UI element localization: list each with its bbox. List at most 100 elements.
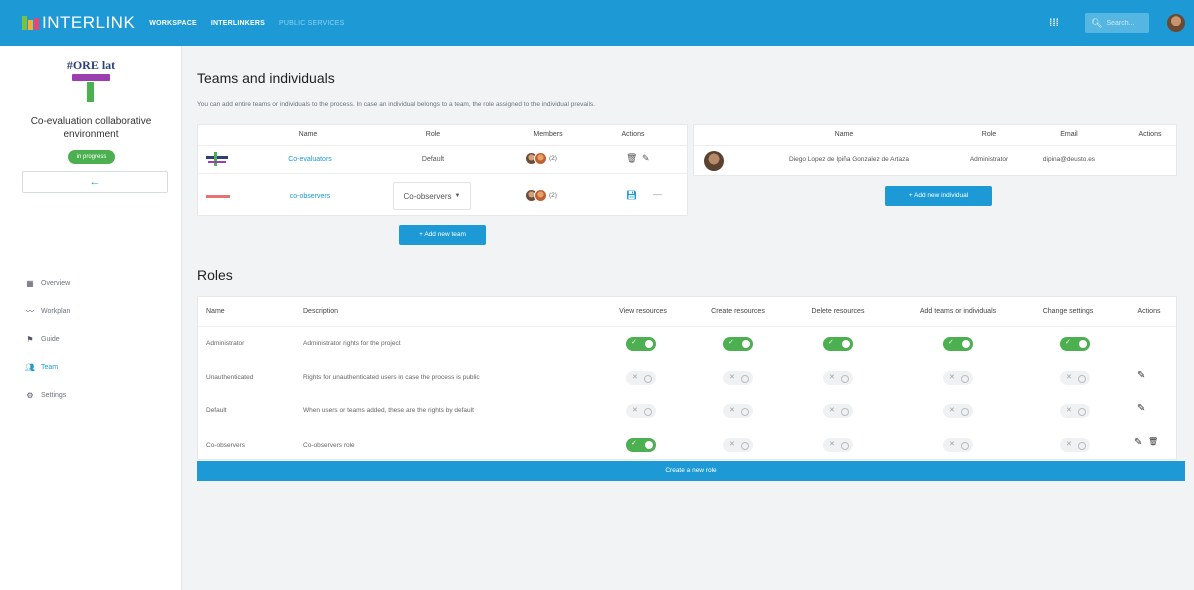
apps-icon[interactable]: ⁞⁞⁞ bbox=[1049, 18, 1059, 29]
individual-name: Diego Lopez de Ipiña Gonzalez de Artaza bbox=[789, 156, 909, 163]
team-role: Default bbox=[421, 156, 445, 163]
toggle-change-settings[interactable] bbox=[1060, 371, 1090, 385]
teams-section-description: You can add entire teams or individuals … bbox=[197, 101, 595, 108]
toggle-view-resources[interactable] bbox=[626, 438, 656, 452]
toggle-add-teams[interactable] bbox=[943, 337, 973, 351]
toggle-delete-resources[interactable] bbox=[823, 371, 853, 385]
top-bar: INTERLINK WORKSPACE INTERLINKERS PUBLIC … bbox=[0, 0, 1194, 46]
toggle-delete-resources[interactable] bbox=[823, 438, 853, 452]
team-logo bbox=[206, 152, 228, 166]
role-description: Co-observers role bbox=[303, 442, 355, 449]
grid-icon: ▦ bbox=[26, 278, 34, 288]
individuals-header-actions: Actions bbox=[1138, 131, 1162, 138]
back-button[interactable]: ← bbox=[22, 171, 168, 193]
member-avatar bbox=[534, 189, 547, 202]
member-count: (2) bbox=[549, 192, 557, 199]
individuals-header-name: Name bbox=[834, 131, 854, 138]
sidebar-item-workplan[interactable]: 〰 Workplan bbox=[0, 297, 182, 325]
app-logo-text: INTERLINK bbox=[42, 13, 136, 32]
team-icon: 👥︎ bbox=[24, 362, 36, 372]
nav-interlinkers[interactable]: INTERLINKERS bbox=[211, 20, 265, 27]
roles-header-settings: Change settings bbox=[1042, 308, 1094, 315]
team-role-value: Co-observers bbox=[403, 191, 452, 201]
sidebar-item-label: Settings bbox=[41, 391, 67, 399]
toggle-create-resources[interactable] bbox=[723, 371, 753, 385]
project-title: Co-evaluation collaborative environment bbox=[30, 116, 152, 140]
team-members[interactable]: (2) bbox=[525, 189, 557, 202]
toggle-create-resources[interactable] bbox=[723, 438, 753, 452]
toggle-delete-resources[interactable] bbox=[823, 404, 853, 418]
sidebar-item-label: Overview bbox=[41, 279, 71, 287]
delete-icon[interactable]: 🗑︎ bbox=[626, 153, 637, 164]
edit-icon[interactable]: ✎ bbox=[642, 153, 650, 164]
toggle-delete-resources[interactable] bbox=[823, 337, 853, 351]
team-role-select[interactable]: Co-observers ▼ bbox=[393, 182, 471, 210]
sidebar-item-guide[interactable]: ⚑ Guide bbox=[0, 325, 182, 353]
individuals-table: Name Role Email Actions Diego Lopez de I… bbox=[693, 124, 1177, 176]
roles-header-delete: Delete resources bbox=[811, 308, 865, 315]
user-avatar[interactable] bbox=[1167, 14, 1185, 32]
sidebar-item-label: Guide bbox=[41, 335, 60, 343]
teams-header-name: Name bbox=[298, 131, 318, 138]
edit-icon[interactable]: ✎ bbox=[1137, 403, 1145, 414]
teams-header-members: Members bbox=[533, 131, 563, 138]
roles-section-title: Roles bbox=[197, 267, 233, 283]
search-box[interactable]: 🔍︎ bbox=[1085, 13, 1149, 33]
toggle-change-settings[interactable] bbox=[1060, 337, 1090, 351]
project-logo-cross bbox=[87, 82, 94, 102]
role-name: Default bbox=[206, 407, 227, 414]
toggle-change-settings[interactable] bbox=[1060, 404, 1090, 418]
search-input[interactable] bbox=[1106, 19, 1149, 27]
member-avatar bbox=[534, 152, 547, 165]
role-description: Rights for unauthenticated users in case… bbox=[303, 374, 480, 381]
roles-header-name: Name bbox=[206, 308, 225, 315]
toggle-add-teams[interactable] bbox=[943, 404, 973, 418]
team-name-link[interactable]: co-observers bbox=[270, 193, 350, 200]
sidebar-item-overview[interactable]: ▦ Overview bbox=[0, 269, 182, 297]
add-new-team-button[interactable]: + Add new team bbox=[399, 225, 486, 245]
team-name-link[interactable]: Co-evaluators bbox=[270, 156, 350, 163]
roles-table: Name Description View resources Create r… bbox=[197, 296, 1177, 460]
toggle-add-teams[interactable] bbox=[943, 438, 973, 452]
edit-icon[interactable]: ✎ bbox=[1134, 437, 1142, 448]
toggle-view-resources[interactable] bbox=[626, 404, 656, 418]
guide-icon: ⚑ bbox=[26, 334, 34, 344]
role-name: Co-observers bbox=[206, 442, 246, 449]
team-members[interactable]: (2) bbox=[525, 152, 557, 165]
row-divider bbox=[694, 145, 1176, 146]
individuals-header-role: Role bbox=[981, 131, 997, 138]
toggle-create-resources[interactable] bbox=[723, 337, 753, 351]
sidebar-nav: ▦ Overview 〰 Workplan ⚑ Guide 👥︎ Team ⚙ … bbox=[0, 269, 182, 409]
toggle-create-resources[interactable] bbox=[723, 404, 753, 418]
teams-section-title: Teams and individuals bbox=[197, 70, 335, 86]
cancel-icon[interactable]: — bbox=[653, 189, 662, 199]
app-logo[interactable]: INTERLINK bbox=[22, 13, 135, 33]
chevron-down-icon: ▼ bbox=[454, 193, 461, 199]
row-divider bbox=[198, 145, 687, 146]
role-description: Administrator rights for the project bbox=[303, 340, 401, 347]
roles-header-actions: Actions bbox=[1137, 308, 1161, 315]
teams-header-actions: Actions bbox=[621, 131, 645, 138]
sidebar-item-team[interactable]: 👥︎ Team bbox=[0, 353, 182, 381]
sidebar-item-label: Workplan bbox=[41, 307, 71, 315]
member-count: (2) bbox=[549, 155, 557, 162]
project-logo-band bbox=[72, 74, 110, 81]
nav-public-services[interactable]: PUBLIC SERVICES bbox=[279, 20, 345, 27]
delete-icon[interactable]: 🗑︎ bbox=[1148, 437, 1158, 446]
topbar-right: ⁞⁞⁞ 🔍︎ bbox=[1049, 0, 1194, 46]
project-logo: #ORE lat bbox=[64, 58, 118, 102]
status-badge: in progress bbox=[68, 150, 115, 164]
add-new-individual-button[interactable]: + Add new individual bbox=[885, 186, 992, 206]
edit-icon[interactable]: ✎ bbox=[1137, 370, 1145, 381]
teams-header-role: Role bbox=[425, 131, 441, 138]
toggle-view-resources[interactable] bbox=[626, 371, 656, 385]
create-new-role-button[interactable]: Create a new role bbox=[197, 461, 1185, 481]
individual-avatar bbox=[704, 151, 724, 171]
roles-header-view: View resources bbox=[619, 308, 667, 315]
sidebar-item-settings[interactable]: ⚙ Settings bbox=[0, 381, 182, 409]
toggle-change-settings[interactable] bbox=[1060, 438, 1090, 452]
save-icon[interactable]: 💾︎ bbox=[626, 190, 637, 201]
nav-workspace[interactable]: WORKSPACE bbox=[149, 20, 197, 27]
toggle-view-resources[interactable] bbox=[626, 337, 656, 351]
toggle-add-teams[interactable] bbox=[943, 371, 973, 385]
